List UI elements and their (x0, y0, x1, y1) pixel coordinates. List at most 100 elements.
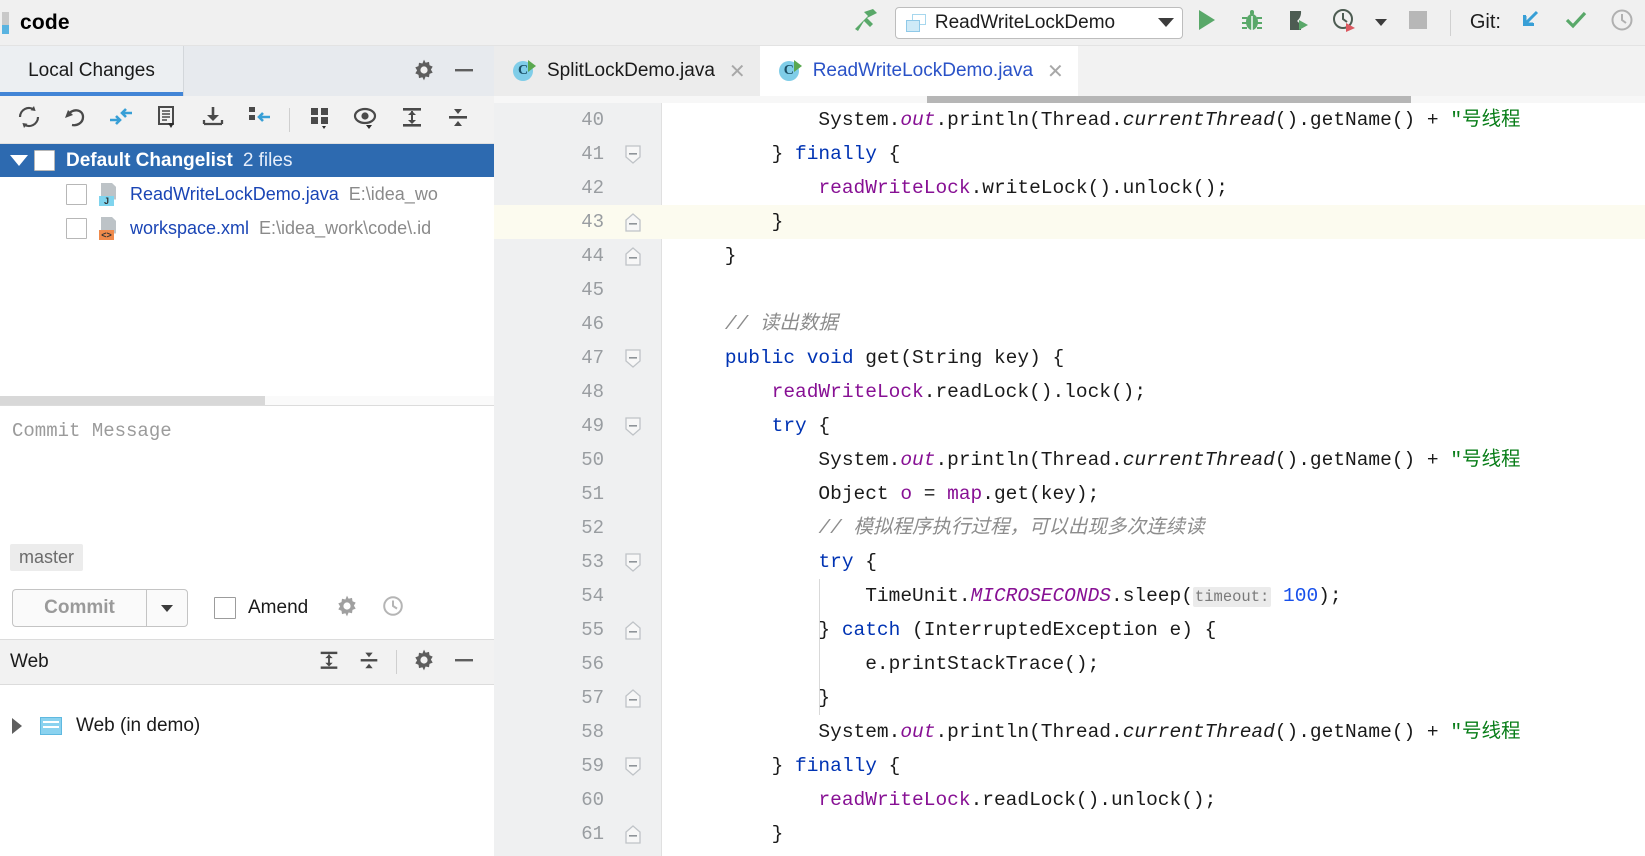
list-item[interactable]: <> workspace.xml E:\idea_work\code\.id (0, 211, 494, 245)
web-hide-button[interactable] (444, 638, 484, 686)
code-line[interactable]: 53 try { (494, 545, 1645, 579)
edit-source-button[interactable] (144, 97, 190, 143)
debug-button[interactable] (1229, 0, 1275, 46)
run-button[interactable] (1183, 0, 1229, 46)
code-editor[interactable]: 40 System.out.println(Thread.currentThre… (494, 96, 1645, 856)
commit-history-button[interactable] (370, 585, 416, 631)
code-line[interactable]: 52 // 模拟程序执行过程，可以出现多次连续读 (494, 511, 1645, 545)
java-class-icon: C (512, 59, 536, 83)
editor-tab-readwritelockdemo[interactable]: C ReadWriteLockDemo.java ✕ (759, 46, 1078, 96)
web-settings-button[interactable] (404, 638, 444, 686)
minimize-icon (452, 58, 476, 87)
build-button[interactable] (843, 0, 889, 46)
fold-start-icon[interactable] (624, 553, 642, 572)
code-line[interactable]: 49 try { (494, 409, 1645, 443)
code-line[interactable]: 48 readWriteLock.readLock().lock(); (494, 375, 1645, 409)
application-config-icon (905, 13, 926, 32)
profiler-button[interactable] (1321, 0, 1367, 46)
profiler-dropdown[interactable] (1367, 0, 1395, 46)
fold-start-icon[interactable] (624, 145, 642, 164)
code-line[interactable]: 61 } (494, 817, 1645, 851)
git-history-button[interactable] (1599, 0, 1645, 46)
tab-local-changes[interactable]: Local Changes (0, 46, 184, 96)
commit-settings-button[interactable] (324, 585, 370, 631)
commit-button[interactable]: Commit (12, 589, 146, 627)
code-line[interactable]: 51 Object o = map.get(key); (494, 477, 1645, 511)
code-line[interactable]: 43 } (494, 205, 1645, 239)
fold-start-icon[interactable] (624, 757, 642, 776)
editor-tab-splitlockdemo[interactable]: C SplitLockDemo.java ✕ (494, 46, 760, 96)
commit-message-input[interactable]: Commit Message (0, 405, 494, 537)
code-line[interactable]: 40 System.out.println(Thread.currentThre… (494, 103, 1645, 137)
commit-options-dropdown[interactable] (146, 589, 188, 627)
code-line[interactable]: 58 System.out.println(Thread.currentThre… (494, 715, 1645, 749)
web-collapse-all-button[interactable] (349, 638, 389, 686)
run-with-coverage-button[interactable] (1275, 0, 1321, 46)
get-from-vcs-button[interactable] (190, 97, 236, 143)
line-number: 53 (581, 551, 604, 573)
fold-end-icon[interactable] (624, 689, 642, 708)
rollback-button[interactable] (52, 97, 98, 143)
close-icon[interactable]: ✕ (729, 59, 746, 84)
code-line[interactable]: 42 readWriteLock.writeLock().unlock(); (494, 171, 1645, 205)
changes-tree-hscrollbar-thumb[interactable] (0, 396, 265, 405)
chevron-down-icon (1374, 19, 1387, 26)
fold-end-icon[interactable] (624, 247, 642, 266)
editor-hscrollbar-thumb[interactable] (927, 96, 1411, 103)
amend-checkbox[interactable] (214, 597, 236, 619)
refresh-button[interactable] (6, 97, 52, 143)
fold-end-icon[interactable] (624, 825, 642, 844)
code-line[interactable]: 55 } catch (InterruptedException e) { (494, 613, 1645, 647)
fold-end-icon[interactable] (624, 213, 642, 232)
vcs-settings-button[interactable] (404, 48, 444, 96)
show-diff-button[interactable] (98, 97, 144, 143)
close-icon[interactable]: ✕ (1047, 59, 1064, 84)
git-update-button[interactable] (1507, 0, 1553, 46)
changelist-name: Default Changelist (66, 149, 233, 171)
code-line-text: } catch (InterruptedException e) { (678, 619, 1217, 641)
code-line[interactable]: 57 } (494, 681, 1645, 715)
run-configuration-label: ReadWriteLockDemo (934, 11, 1116, 33)
list-item[interactable]: J ReadWriteLockDemo.java E:\idea_wo (0, 177, 494, 211)
code-line[interactable]: 41 } finally { (494, 137, 1645, 171)
chevron-down-icon (161, 604, 173, 612)
code-line-text: try { (771, 415, 831, 437)
fold-start-icon[interactable] (624, 417, 642, 436)
fold-start-icon[interactable] (624, 349, 642, 368)
group-by-button[interactable] (297, 97, 343, 143)
code-line[interactable]: 47 public void get(String key) { (494, 341, 1645, 375)
web-expand-all-button[interactable] (309, 638, 349, 686)
line-number: 57 (581, 687, 604, 709)
vcs-hide-button[interactable] (444, 48, 484, 96)
fold-end-icon[interactable] (624, 621, 642, 640)
code-line[interactable]: 54 TimeUnit.MICROSECONDS.sleep(timeout: … (494, 579, 1645, 613)
file-checkbox[interactable] (66, 183, 87, 205)
git-commit-button[interactable] (1553, 0, 1599, 46)
code-line[interactable]: 50 System.out.println(Thread.currentThre… (494, 443, 1645, 477)
changelist-checkbox[interactable] (34, 150, 55, 171)
code-line[interactable]: 56 e.printStackTrace(); (494, 647, 1645, 681)
current-branch-label: master (10, 543, 84, 571)
file-checkbox[interactable] (66, 217, 87, 239)
line-number: 54 (581, 585, 604, 607)
stop-button[interactable] (1395, 0, 1441, 46)
changelist-row[interactable]: Default Changelist 2 files (0, 144, 494, 177)
collapse-all-button[interactable] (435, 97, 481, 143)
code-line-text: try { (818, 551, 877, 573)
run-configuration-selector[interactable]: ReadWriteLockDemo (894, 6, 1183, 39)
rollback-arrow-icon (62, 104, 88, 135)
code-line[interactable]: 45 (494, 273, 1645, 307)
chevron-right-icon[interactable] (12, 718, 22, 734)
gear-icon (412, 648, 436, 677)
code-line[interactable]: 59 } finally { (494, 749, 1645, 783)
expand-all-button[interactable] (389, 97, 435, 143)
code-line[interactable]: 44 } (494, 239, 1645, 273)
code-line[interactable]: 46 // 读出数据 (494, 307, 1645, 341)
code-line-text: readWriteLock.readLock().lock(); (771, 381, 1147, 403)
line-number: 43 (581, 211, 604, 233)
code-line[interactable]: 60 readWriteLock.readLock().unlock(); (494, 783, 1645, 817)
preview-diff-button[interactable] (343, 97, 389, 143)
eye-icon (353, 104, 379, 135)
chevron-down-icon[interactable] (10, 155, 28, 166)
move-to-changelist-button[interactable] (236, 97, 282, 143)
